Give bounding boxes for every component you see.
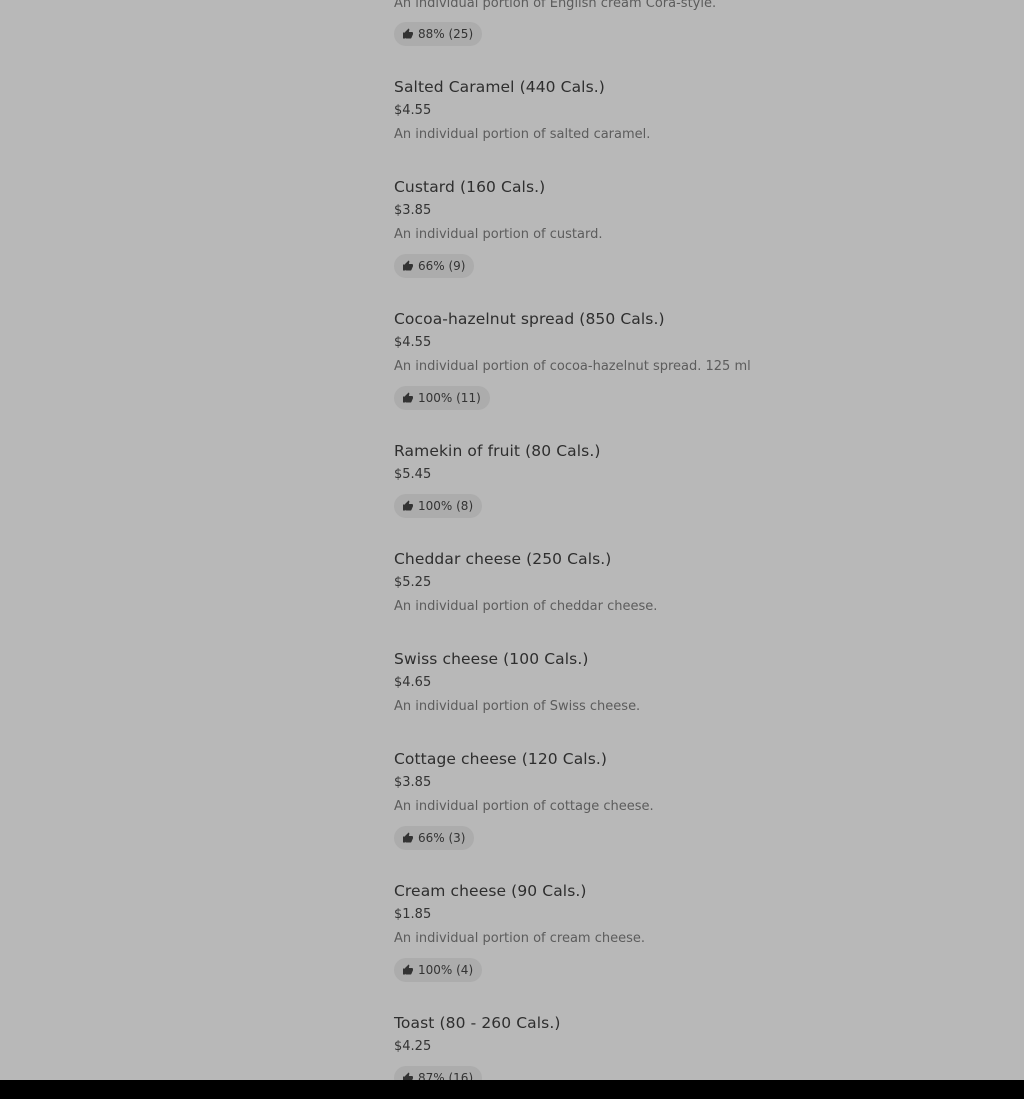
- rating-text: 66% (9): [418, 259, 466, 273]
- rating-text: 100% (11): [418, 391, 481, 405]
- thumbs-up-icon: [403, 260, 413, 271]
- item-description: An individual portion of salted caramel.: [394, 127, 651, 142]
- item-price: $4.55: [394, 335, 432, 350]
- item-price: $1.85: [394, 907, 432, 922]
- item-name: Cottage cheese (120 Cals.): [394, 750, 608, 768]
- item-price: $5.25: [394, 575, 432, 590]
- thumbs-up-icon: [403, 392, 413, 403]
- thumbs-up-icon: [403, 500, 413, 511]
- menu-item-cheddar-cheese[interactable]: Cheddar cheese (250 Cals.) $5.25 An indi…: [394, 550, 814, 620]
- item-price: $5.45: [394, 467, 432, 482]
- rating-badge: 66% (3): [394, 826, 475, 850]
- item-description: An individual portion of cream cheese.: [394, 931, 645, 946]
- item-name: Cocoa-hazelnut spread (850 Cals.): [394, 310, 665, 328]
- menu-item-custard[interactable]: Custard (160 Cals.) $3.85 An individual …: [394, 178, 814, 280]
- rating-badge: 88% (25): [394, 22, 483, 46]
- menu-item-ramekin-of-fruit[interactable]: Ramekin of fruit (80 Cals.) $5.45 100% (…: [394, 442, 814, 520]
- rating-text: 100% (8): [418, 499, 474, 513]
- item-price: $3.85: [394, 775, 432, 790]
- item-description: An individual portion of cocoa-hazelnut …: [394, 359, 751, 374]
- item-price: $4.55: [394, 103, 432, 118]
- item-name: Cream cheese (90 Cals.): [394, 882, 587, 900]
- menu-item-cream-cheese[interactable]: Cream cheese (90 Cals.) $1.85 An individ…: [394, 882, 814, 984]
- menu-viewport: An individual portion of English cream C…: [0, 0, 1024, 1080]
- menu-item-salted-caramel[interactable]: Salted Caramel (440 Cals.) $4.55 An indi…: [394, 78, 814, 148]
- menu-item-toast[interactable]: Toast (80 - 260 Cals.) $4.25 87% (16): [394, 1014, 814, 1080]
- rating-text: 66% (3): [418, 831, 466, 845]
- item-description: An individual portion of cheddar cheese.: [394, 599, 658, 614]
- rating-text: 87% (16): [418, 1071, 474, 1080]
- rating-text: 100% (4): [418, 963, 474, 977]
- rating-badge: 100% (4): [394, 958, 483, 982]
- item-description: An individual portion of Swiss cheese.: [394, 699, 641, 714]
- menu-item-swiss-cheese[interactable]: Swiss cheese (100 Cals.) $4.65 An indivi…: [394, 650, 814, 720]
- thumbs-up-icon: [403, 832, 413, 843]
- rating-badge: 100% (8): [394, 494, 483, 518]
- menu-item-cocoa-hazelnut-spread[interactable]: Cocoa-hazelnut spread (850 Cals.) $4.55 …: [394, 310, 814, 412]
- item-price: $4.65: [394, 675, 432, 690]
- thumbs-up-icon: [403, 964, 413, 975]
- bottom-bar: [0, 1080, 1024, 1099]
- item-description: An individual portion of cottage cheese.: [394, 799, 654, 814]
- item-name: Salted Caramel (440 Cals.): [394, 78, 605, 96]
- item-name: Cheddar cheese (250 Cals.): [394, 550, 612, 568]
- item-name: Custard (160 Cals.): [394, 178, 546, 196]
- item-description: An individual portion of custard.: [394, 227, 603, 242]
- item-price: $4.25: [394, 1039, 432, 1054]
- rating-badge: 66% (9): [394, 254, 475, 278]
- menu-item-cottage-cheese[interactable]: Cottage cheese (120 Cals.) $3.85 An indi…: [394, 750, 814, 852]
- thumbs-up-icon: [403, 28, 413, 39]
- menu-item-top-partial[interactable]: An individual portion of English cream C…: [394, 0, 814, 46]
- item-price: $3.85: [394, 203, 432, 218]
- rating-text: 88% (25): [418, 27, 474, 41]
- item-name: Swiss cheese (100 Cals.): [394, 650, 589, 668]
- item-name: Toast (80 - 260 Cals.): [394, 1014, 561, 1032]
- thumbs-up-icon: [403, 1072, 413, 1080]
- rating-badge: 100% (11): [394, 386, 490, 410]
- item-description: An individual portion of English cream C…: [394, 0, 717, 11]
- rating-badge: 87% (16): [394, 1066, 483, 1080]
- item-name: Ramekin of fruit (80 Cals.): [394, 442, 601, 460]
